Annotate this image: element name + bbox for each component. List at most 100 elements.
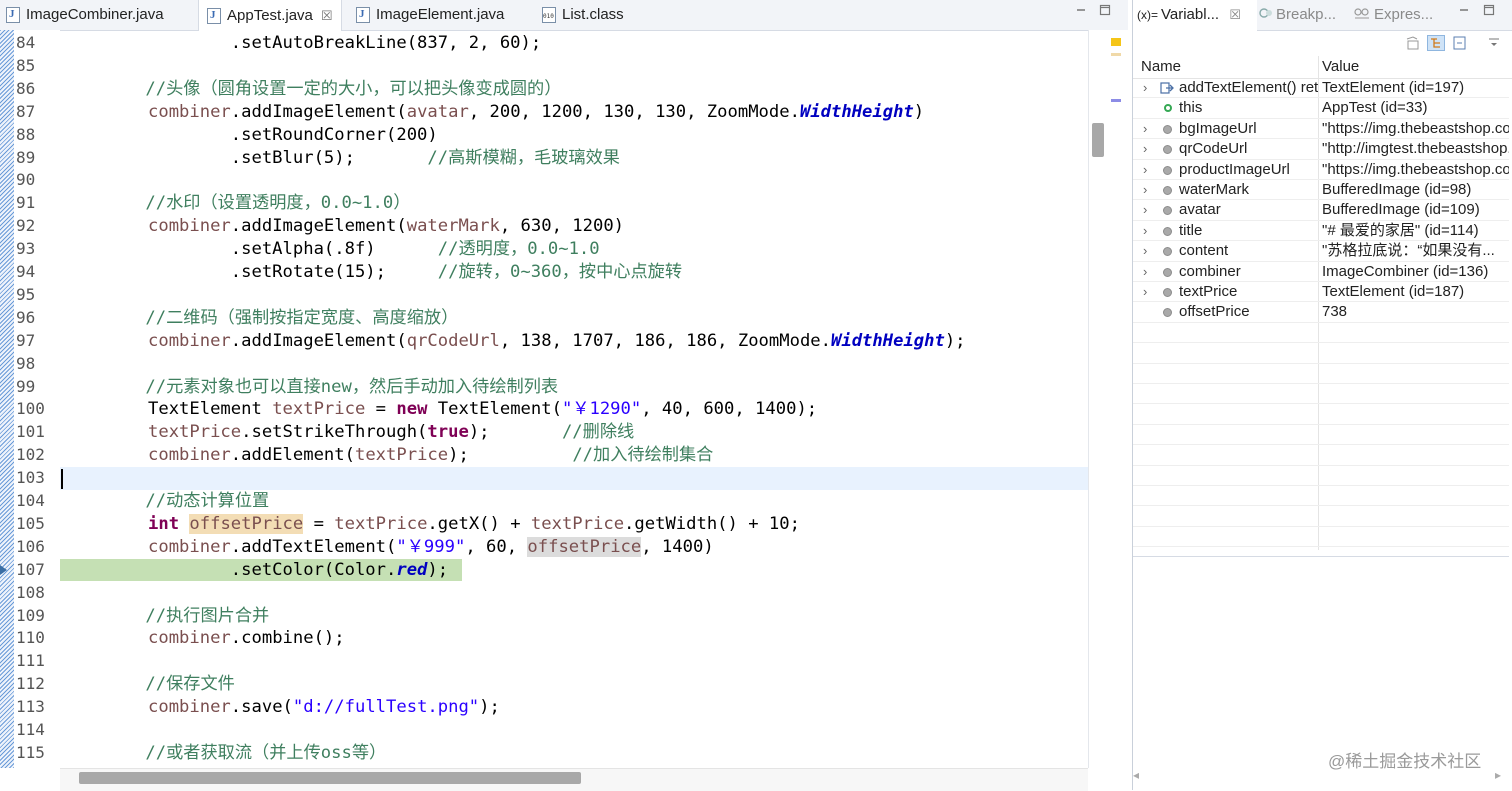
occurrence-marker[interactable] <box>1111 53 1121 56</box>
minimize-icon[interactable] <box>1458 4 1470 16</box>
tab-label: AppTest.java <box>227 6 313 24</box>
variable-value: "# 最爱的家居" (id=114) <box>1322 221 1479 239</box>
tab-apptest[interactable]: AppTest.java ☒ <box>198 0 342 31</box>
code-line: .setAlpha(.8f) //透明度，0.0~1.0 <box>148 239 600 260</box>
column-header-name[interactable]: Name <box>1141 56 1181 78</box>
variable-row[interactable]: › qrCodeUrl "http://imgtest.thebeastshop… <box>1133 139 1509 160</box>
variable-row[interactable]: › combiner ImageCombiner (id=136) <box>1133 262 1509 282</box>
variable-value: 738 <box>1322 303 1348 321</box>
variable-row[interactable]: › content "苏格拉底说：“如果没有... <box>1133 241 1509 262</box>
variable-value: BufferedImage (id=109) <box>1322 201 1480 219</box>
scroll-right-icon[interactable]: ▸ <box>1495 768 1501 782</box>
variable-row[interactable]: › waterMark BufferedImage (id=98) <box>1133 180 1509 201</box>
close-tab-icon[interactable]: ☒ <box>321 1 333 31</box>
code-line: .setAutoBreakLine(837, 2, 60); <box>148 33 542 53</box>
vertical-scrollbar-thumb[interactable] <box>1092 123 1104 157</box>
line-number: 105 <box>16 513 45 533</box>
tab-label: List.class <box>562 6 624 23</box>
detail-horizontal-scrollbar[interactable]: ◂ ▸ <box>1133 766 1509 788</box>
code-line: .setRotate(15); //旋转，0~360，按中心点旋转 <box>148 262 683 282</box>
local-var-icon <box>1163 226 1172 236</box>
line-number: 115 <box>16 742 45 762</box>
minimize-icon[interactable] <box>1075 4 1087 16</box>
expand-icon[interactable]: › <box>1143 78 1153 98</box>
code-line: combiner.addImageElement(avatar, 200, 12… <box>148 101 925 122</box>
variable-name: waterMark <box>1179 181 1250 198</box>
line-number: 86 <box>16 78 36 98</box>
variable-row[interactable]: this AppTest (id=33) <box>1133 98 1509 119</box>
variable-value: "http://imgtest.thebeastshop.com" <box>1322 140 1509 158</box>
column-header-value[interactable]: Value <box>1322 56 1359 78</box>
expand-icon[interactable] <box>1143 302 1153 322</box>
variable-detail-pane[interactable] <box>1133 556 1509 767</box>
tab-variables[interactable]: (x)= Variabl... ☒ <box>1133 0 1257 31</box>
scroll-left-icon[interactable]: ◂ <box>1133 768 1139 782</box>
code-line: //二维码（强制按指定宽度、高度缩放） <box>104 307 459 328</box>
code-line: textPrice.setStrikeThrough(true); //删除线 <box>148 422 635 443</box>
expand-icon[interactable]: › <box>1143 241 1153 261</box>
java-file-icon <box>356 6 370 23</box>
expand-icon[interactable]: › <box>1143 221 1153 241</box>
variable-value: TextElement (id=187) <box>1322 283 1465 300</box>
line-number: 102 <box>16 445 45 465</box>
line-number: 90 <box>16 170 36 190</box>
code-line: //水印（设置透明度，0.0~1.0） <box>104 193 411 214</box>
variable-row[interactable]: › productImageUrl "https://img.thebeasts… <box>1133 160 1509 180</box>
expand-icon[interactable]: › <box>1143 282 1153 302</box>
tab-imagecombiner[interactable]: ImageCombiner.java <box>6 0 164 30</box>
breakpoint-icon <box>1259 0 1273 30</box>
variable-name: bgImageUrl <box>1179 119 1257 137</box>
line-number: 107 <box>16 559 45 579</box>
debug-instruction-pointer-icon <box>0 565 7 575</box>
expand-icon[interactable]: › <box>1143 180 1153 200</box>
horizontal-scrollbar-thumb[interactable] <box>79 772 581 784</box>
variable-row[interactable]: › title "# 最爱的家居" (id=114) <box>1133 221 1509 242</box>
line-number: 88 <box>16 124 36 144</box>
editor-pane: ImageCombiner.java AppTest.java ☒ ImageE… <box>0 0 1129 791</box>
line-number-gutter: 84 85 86 87 88 89 90 91 92 93 94 95 96 9… <box>14 30 60 768</box>
code-line: .setBlur(5); //高斯模糊，毛玻璃效果 <box>148 147 620 168</box>
variable-row[interactable]: › textPrice TextElement (id=187) <box>1133 282 1509 303</box>
variable-row[interactable]: › avatar BufferedImage (id=109) <box>1133 200 1509 221</box>
collapse-all-icon[interactable] <box>1451 35 1469 51</box>
expand-icon[interactable]: › <box>1143 160 1153 180</box>
occurrence-marker[interactable] <box>1111 99 1121 102</box>
show-type-names-icon[interactable] <box>1405 35 1423 51</box>
tab-label: Variabl... <box>1161 6 1220 23</box>
expand-icon[interactable] <box>1143 98 1153 118</box>
variable-name: avatar <box>1179 201 1221 219</box>
code-area[interactable]: .setAutoBreakLine(837, 2, 60); //头像（圆角设置… <box>60 30 1088 768</box>
line-number: 92 <box>16 216 36 236</box>
empty-row <box>1133 404 1509 425</box>
line-number: 110 <box>16 628 45 648</box>
tab-breakpoints[interactable]: Breakp... <box>1259 0 1336 30</box>
tab-list-class[interactable]: List.class <box>542 0 624 30</box>
warning-marker[interactable] <box>1111 38 1121 46</box>
expand-icon[interactable]: › <box>1143 262 1153 282</box>
variable-value: "https://img.thebeastshop.com" <box>1322 160 1509 178</box>
maximize-icon[interactable] <box>1483 4 1495 16</box>
view-menu-icon[interactable] <box>1487 35 1505 51</box>
tab-label: ImageCombiner.java <box>26 6 164 23</box>
variable-name: combiner <box>1179 262 1241 280</box>
expand-icon[interactable]: › <box>1143 119 1153 139</box>
variable-row[interactable]: › addTextElement() returned TextElement … <box>1133 78 1509 99</box>
variable-value: TextElement (id=197) <box>1322 79 1465 96</box>
close-tab-icon[interactable]: ☒ <box>1229 7 1241 22</box>
maximize-icon[interactable] <box>1099 4 1111 16</box>
variable-name: title <box>1179 221 1203 239</box>
variable-name: addTextElement() returned <box>1179 79 1318 96</box>
expand-icon[interactable]: › <box>1143 200 1153 220</box>
show-logical-structure-icon[interactable] <box>1427 35 1445 51</box>
variable-row[interactable]: offsetPrice 738 <box>1133 302 1509 323</box>
local-var-icon <box>1163 206 1172 216</box>
empty-row <box>1133 506 1509 527</box>
class-file-icon <box>542 7 556 23</box>
variables-toolbar <box>1133 30 1512 56</box>
tab-imageelement[interactable]: ImageElement.java <box>356 0 504 30</box>
expand-icon[interactable]: › <box>1143 139 1153 159</box>
code-line: int offsetPrice = textPrice.getX() + tex… <box>148 513 800 534</box>
variable-row[interactable]: › bgImageUrl "https://img.thebeastshop.c… <box>1133 119 1509 140</box>
tab-expressions[interactable]: Expres... <box>1353 0 1433 30</box>
tab-label: ImageElement.java <box>376 6 505 23</box>
